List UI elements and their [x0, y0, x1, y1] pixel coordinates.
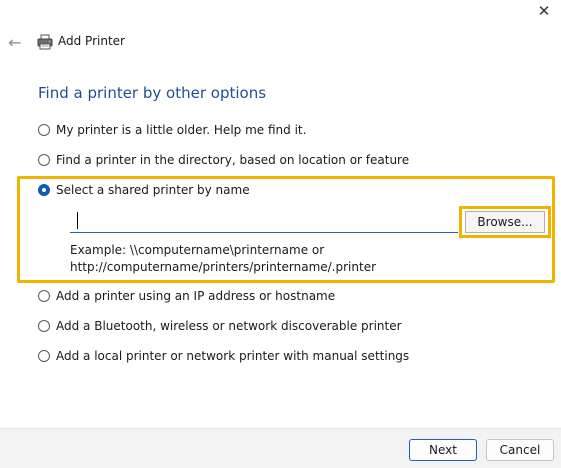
- footer-bar: Next Cancel: [0, 428, 561, 468]
- option-older-printer[interactable]: My printer is a little older. Help me fi…: [38, 121, 306, 139]
- radio-button[interactable]: [38, 290, 50, 302]
- option-label: Add a local printer or network printer w…: [56, 349, 410, 363]
- option-ip-address[interactable]: Add a printer using an IP address or hos…: [38, 287, 335, 305]
- add-printer-window: ✕ ← Add Printer Find a printer by other …: [0, 0, 561, 468]
- browse-button[interactable]: Browse...: [465, 211, 545, 233]
- cancel-button[interactable]: Cancel: [486, 439, 554, 461]
- option-directory-search[interactable]: Find a printer in the directory, based o…: [38, 151, 409, 169]
- text-caret: [77, 212, 78, 229]
- example-line-1: Example: \\computername\printername or: [70, 243, 325, 257]
- radio-button[interactable]: [38, 124, 50, 136]
- option-label: Add a printer using an IP address or hos…: [56, 289, 336, 303]
- radio-button[interactable]: [38, 154, 50, 166]
- page-title: Find a printer by other options: [38, 84, 267, 102]
- radio-button-selected[interactable]: [38, 184, 50, 196]
- option-label: Select a shared printer by name: [56, 183, 250, 197]
- option-bluetooth-wireless[interactable]: Add a Bluetooth, wireless or network dis…: [38, 317, 402, 335]
- option-label: My printer is a little older. Help me fi…: [56, 123, 307, 137]
- radio-button[interactable]: [38, 320, 50, 332]
- window-title: Add Printer: [58, 34, 125, 48]
- shared-printer-name-input[interactable]: [70, 209, 458, 233]
- next-button[interactable]: Next: [409, 439, 477, 461]
- option-local-printer[interactable]: Add a local printer or network printer w…: [38, 347, 409, 365]
- radio-button[interactable]: [38, 350, 50, 362]
- close-icon: ✕: [537, 2, 551, 20]
- close-button[interactable]: ✕: [533, 0, 555, 22]
- back-button[interactable]: ←: [6, 32, 24, 52]
- option-shared-printer[interactable]: Select a shared printer by name: [38, 181, 250, 199]
- printer-icon: [37, 34, 53, 50]
- example-text: Example: \\computername\printername or h…: [70, 242, 376, 276]
- example-line-2: http://computername/printers/printername…: [70, 260, 377, 274]
- back-arrow-icon: ←: [8, 32, 22, 52]
- option-label: Find a printer in the directory, based o…: [56, 153, 410, 167]
- option-label: Add a Bluetooth, wireless or network dis…: [56, 319, 402, 333]
- header-bar: ← Add Printer: [0, 30, 561, 54]
